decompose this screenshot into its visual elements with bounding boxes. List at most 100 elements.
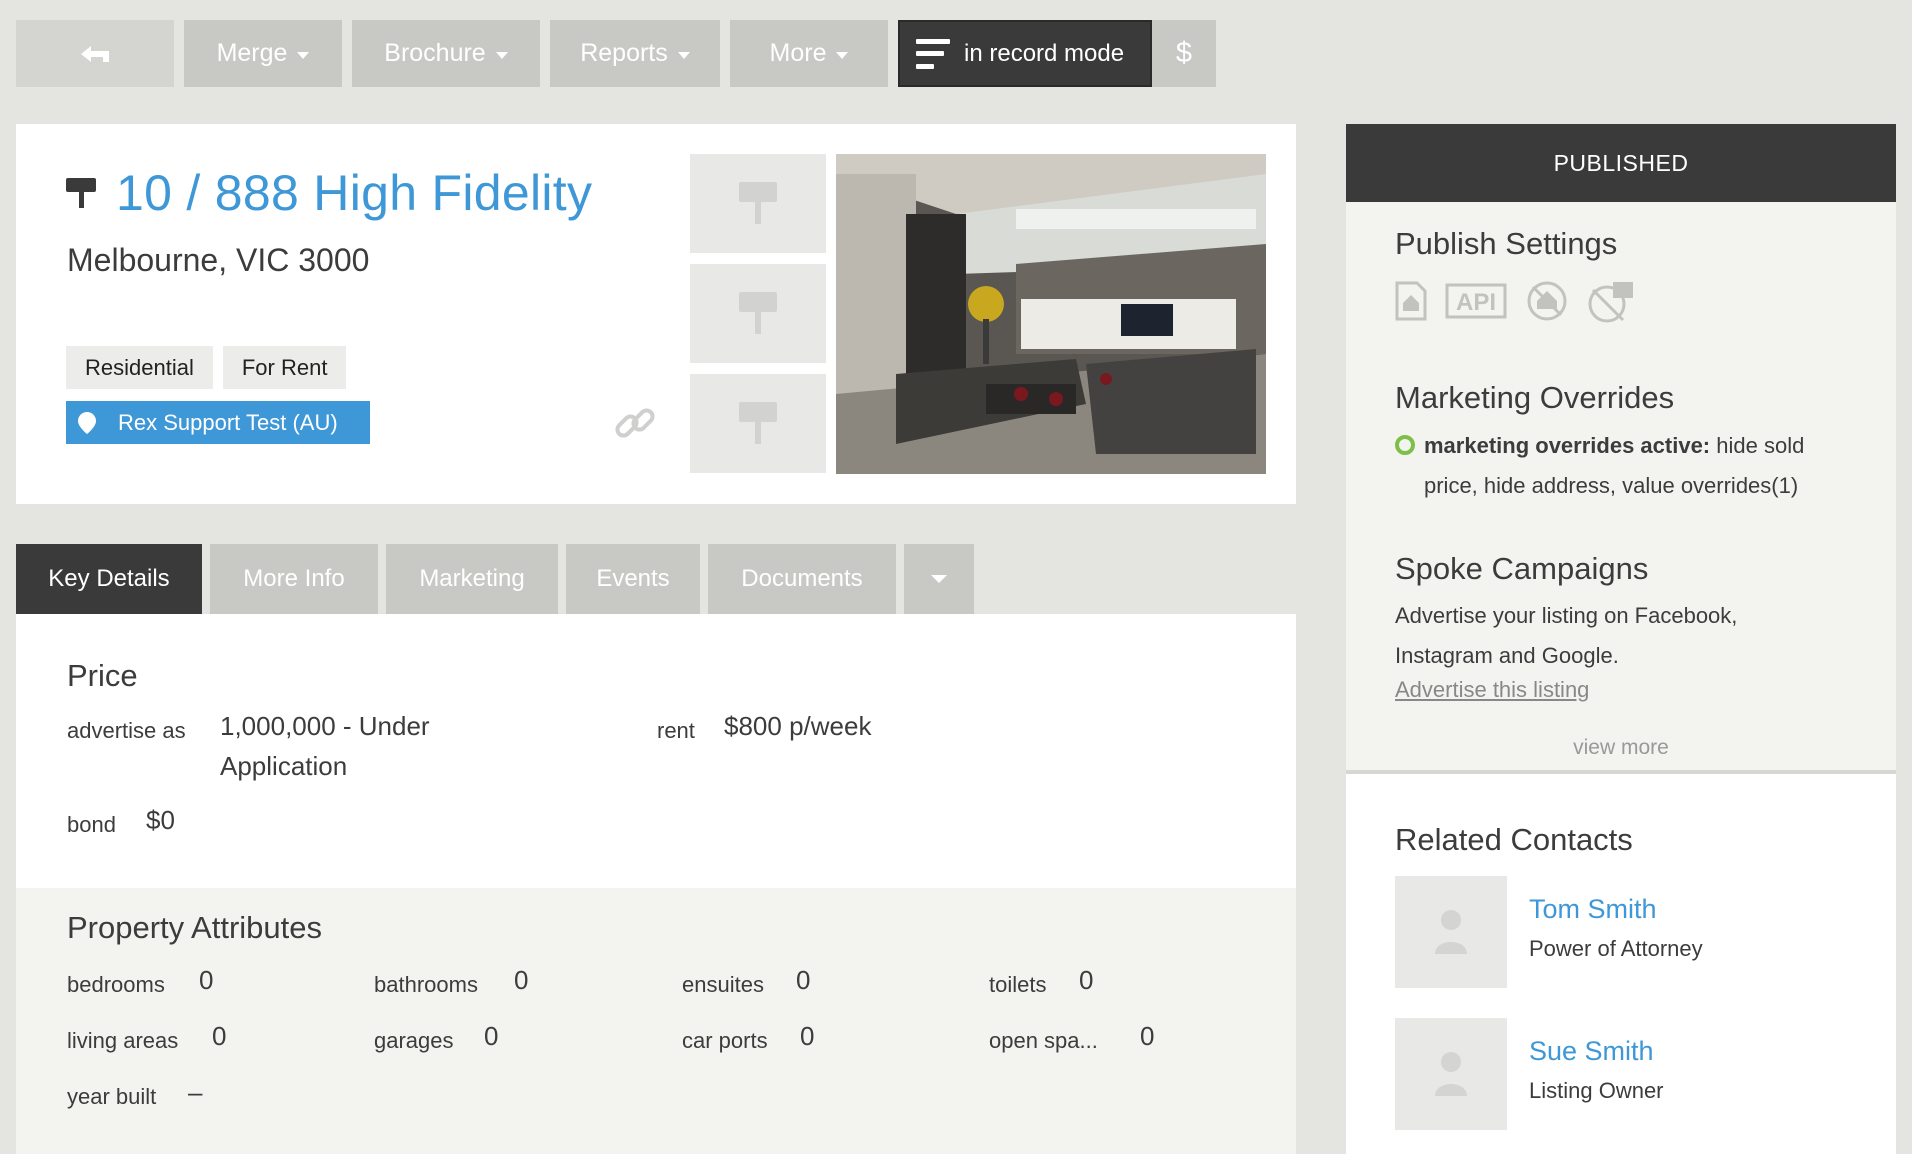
sign-placeholder-icon (739, 401, 777, 446)
listing-tags: Residential For Rent (66, 346, 347, 389)
publish-status: PUBLISHED (1553, 149, 1689, 176)
merge-button[interactable]: Merge (184, 20, 342, 87)
rent-value[interactable]: $800 p/week (724, 706, 871, 746)
reports-label: Reports (580, 39, 668, 67)
chevron-down-icon (297, 51, 310, 59)
attr-value[interactable]: 0 (484, 1016, 498, 1056)
tab-more-info[interactable]: More Info (210, 544, 378, 614)
back-button[interactable] (16, 20, 174, 87)
portal-disabled-icon[interactable] (1525, 279, 1569, 323)
contact-role: Power of Attorney (1529, 936, 1703, 961)
record-mode-button[interactable]: in record mode (898, 20, 1152, 87)
avatar (1395, 876, 1507, 988)
person-icon (1435, 910, 1467, 954)
attr-value[interactable]: 0 (212, 1016, 226, 1056)
chevron-down-icon (495, 51, 508, 59)
tab-key-details[interactable]: Key Details (16, 544, 202, 614)
listing-suburb: Melbourne, VIC 3000 (67, 242, 370, 278)
listing-title[interactable]: 10 / 888 High Fidelity (116, 164, 592, 222)
api-icon-label: API (1456, 289, 1496, 316)
reports-button[interactable]: Reports (550, 20, 720, 87)
account-badge[interactable]: Rex Support Test (AU) (66, 401, 370, 444)
attr-label: year built (67, 1084, 157, 1109)
more-button[interactable]: More (730, 20, 888, 87)
tab-events[interactable]: Events (566, 544, 700, 614)
contact-role: Listing Owner (1529, 1078, 1664, 1103)
merge-label: Merge (216, 39, 288, 67)
attr-label: bedrooms (67, 972, 165, 997)
attr-value[interactable]: – (188, 1072, 202, 1112)
advertise-as-value-line-2[interactable]: Application (220, 746, 347, 786)
attr-label: living areas (67, 1028, 179, 1053)
status-active-icon (1395, 435, 1415, 455)
thumbnail-placeholder[interactable] (690, 154, 826, 253)
listing-header: 10 / 888 High Fidelity Melbourne, VIC 30… (16, 124, 1296, 504)
attr-label: car ports (682, 1028, 768, 1053)
attr-label: open spa... (989, 1028, 1098, 1053)
dollar-icon: $ (1175, 37, 1193, 69)
view-more-link[interactable]: view more (1346, 736, 1896, 760)
publish-settings-title: Publish Settings (1395, 226, 1618, 261)
back-arrow-icon (81, 45, 109, 62)
related-contacts-title: Related Contacts (1395, 822, 1633, 857)
contact-name[interactable]: Sue Smith (1529, 1036, 1654, 1067)
dollar-button[interactable]: $ (1152, 20, 1216, 87)
marketing-overrides-text[interactable]: marketing overrides active: hide sold pr… (1424, 426, 1864, 506)
thumbnail-strip (690, 154, 826, 473)
attr-value[interactable]: 0 (1079, 960, 1093, 1000)
tab-marketing[interactable]: Marketing (386, 544, 558, 614)
more-label: More (769, 39, 827, 67)
attr-label: garages (374, 1028, 454, 1053)
tab-documents[interactable]: Documents (708, 544, 896, 614)
price-section: Price advertise as 1,000,000 - Under App… (16, 614, 1296, 888)
link-icon[interactable] (612, 400, 658, 446)
property-photo[interactable] (836, 154, 1266, 474)
advertise-listing-link[interactable]: Advertise this listing (1395, 677, 1589, 703)
contact-name[interactable]: Tom Smith (1529, 894, 1657, 925)
tag-for-rent: For Rent (222, 346, 347, 389)
attr-value[interactable]: 0 (796, 960, 810, 1000)
record-mode-group: in record mode $ (898, 20, 1216, 87)
attr-label: toilets (989, 972, 1047, 997)
attr-value[interactable]: 0 (800, 1016, 814, 1056)
contact-card[interactable]: Sue Smith Listing Owner (1395, 1018, 1845, 1130)
attr-value[interactable]: 0 (1140, 1016, 1154, 1056)
menu-lines-icon (916, 38, 950, 69)
thumbnail-placeholder[interactable] (690, 264, 826, 363)
bond-label: bond (67, 812, 116, 837)
thumbnail-placeholder[interactable] (690, 374, 826, 473)
attr-label: bathrooms (374, 972, 478, 997)
title-row: 10 / 888 High Fidelity (66, 164, 592, 222)
social-disabled-icon[interactable] (1587, 278, 1637, 324)
property-attributes-section: Property Attributes bedrooms 0 bathrooms… (16, 888, 1296, 1154)
spoke-description: Advertise your listing on Facebook, Inst… (1395, 603, 1738, 668)
avatar (1395, 1018, 1507, 1130)
sign-placeholder-icon (739, 181, 777, 226)
sign-icon (66, 176, 96, 210)
person-icon (1435, 1052, 1467, 1096)
detail-tabs: Key Details More Info Marketing Events D… (16, 544, 974, 614)
bond-value[interactable]: $0 (146, 800, 175, 840)
publish-status-header[interactable]: PUBLISHED (1346, 124, 1896, 202)
brochure-label: Brochure (384, 39, 486, 67)
publish-panel: PUBLISHED Publish Settings API Marketing… (1346, 124, 1896, 774)
attr-value[interactable]: 0 (514, 960, 528, 1000)
chevron-down-icon (931, 575, 947, 583)
api-icon[interactable]: API (1445, 283, 1507, 319)
price-title: Price (67, 658, 138, 693)
location-pin-icon (78, 411, 96, 434)
brochure-button[interactable]: Brochure (352, 20, 540, 87)
chevron-down-icon (836, 51, 849, 59)
related-contacts: Related Contacts Tom Smith Power of Atto… (1346, 774, 1896, 1154)
tabs-overflow-button[interactable] (904, 544, 974, 614)
attr-value[interactable]: 0 (199, 960, 213, 1000)
contact-card[interactable]: Tom Smith Power of Attorney (1395, 876, 1845, 988)
toolbar: Merge Brochure Reports More in record mo… (16, 20, 1216, 87)
rent-label: rent (657, 718, 695, 743)
sign-placeholder-icon (739, 291, 777, 336)
advertise-as-value-line-1[interactable]: 1,000,000 - Under (220, 706, 430, 746)
website-publish-icon[interactable] (1395, 281, 1427, 321)
spoke-campaigns-title: Spoke Campaigns (1395, 551, 1649, 586)
chevron-down-icon (677, 51, 690, 59)
account-name: Rex Support Test (AU) (118, 409, 338, 435)
